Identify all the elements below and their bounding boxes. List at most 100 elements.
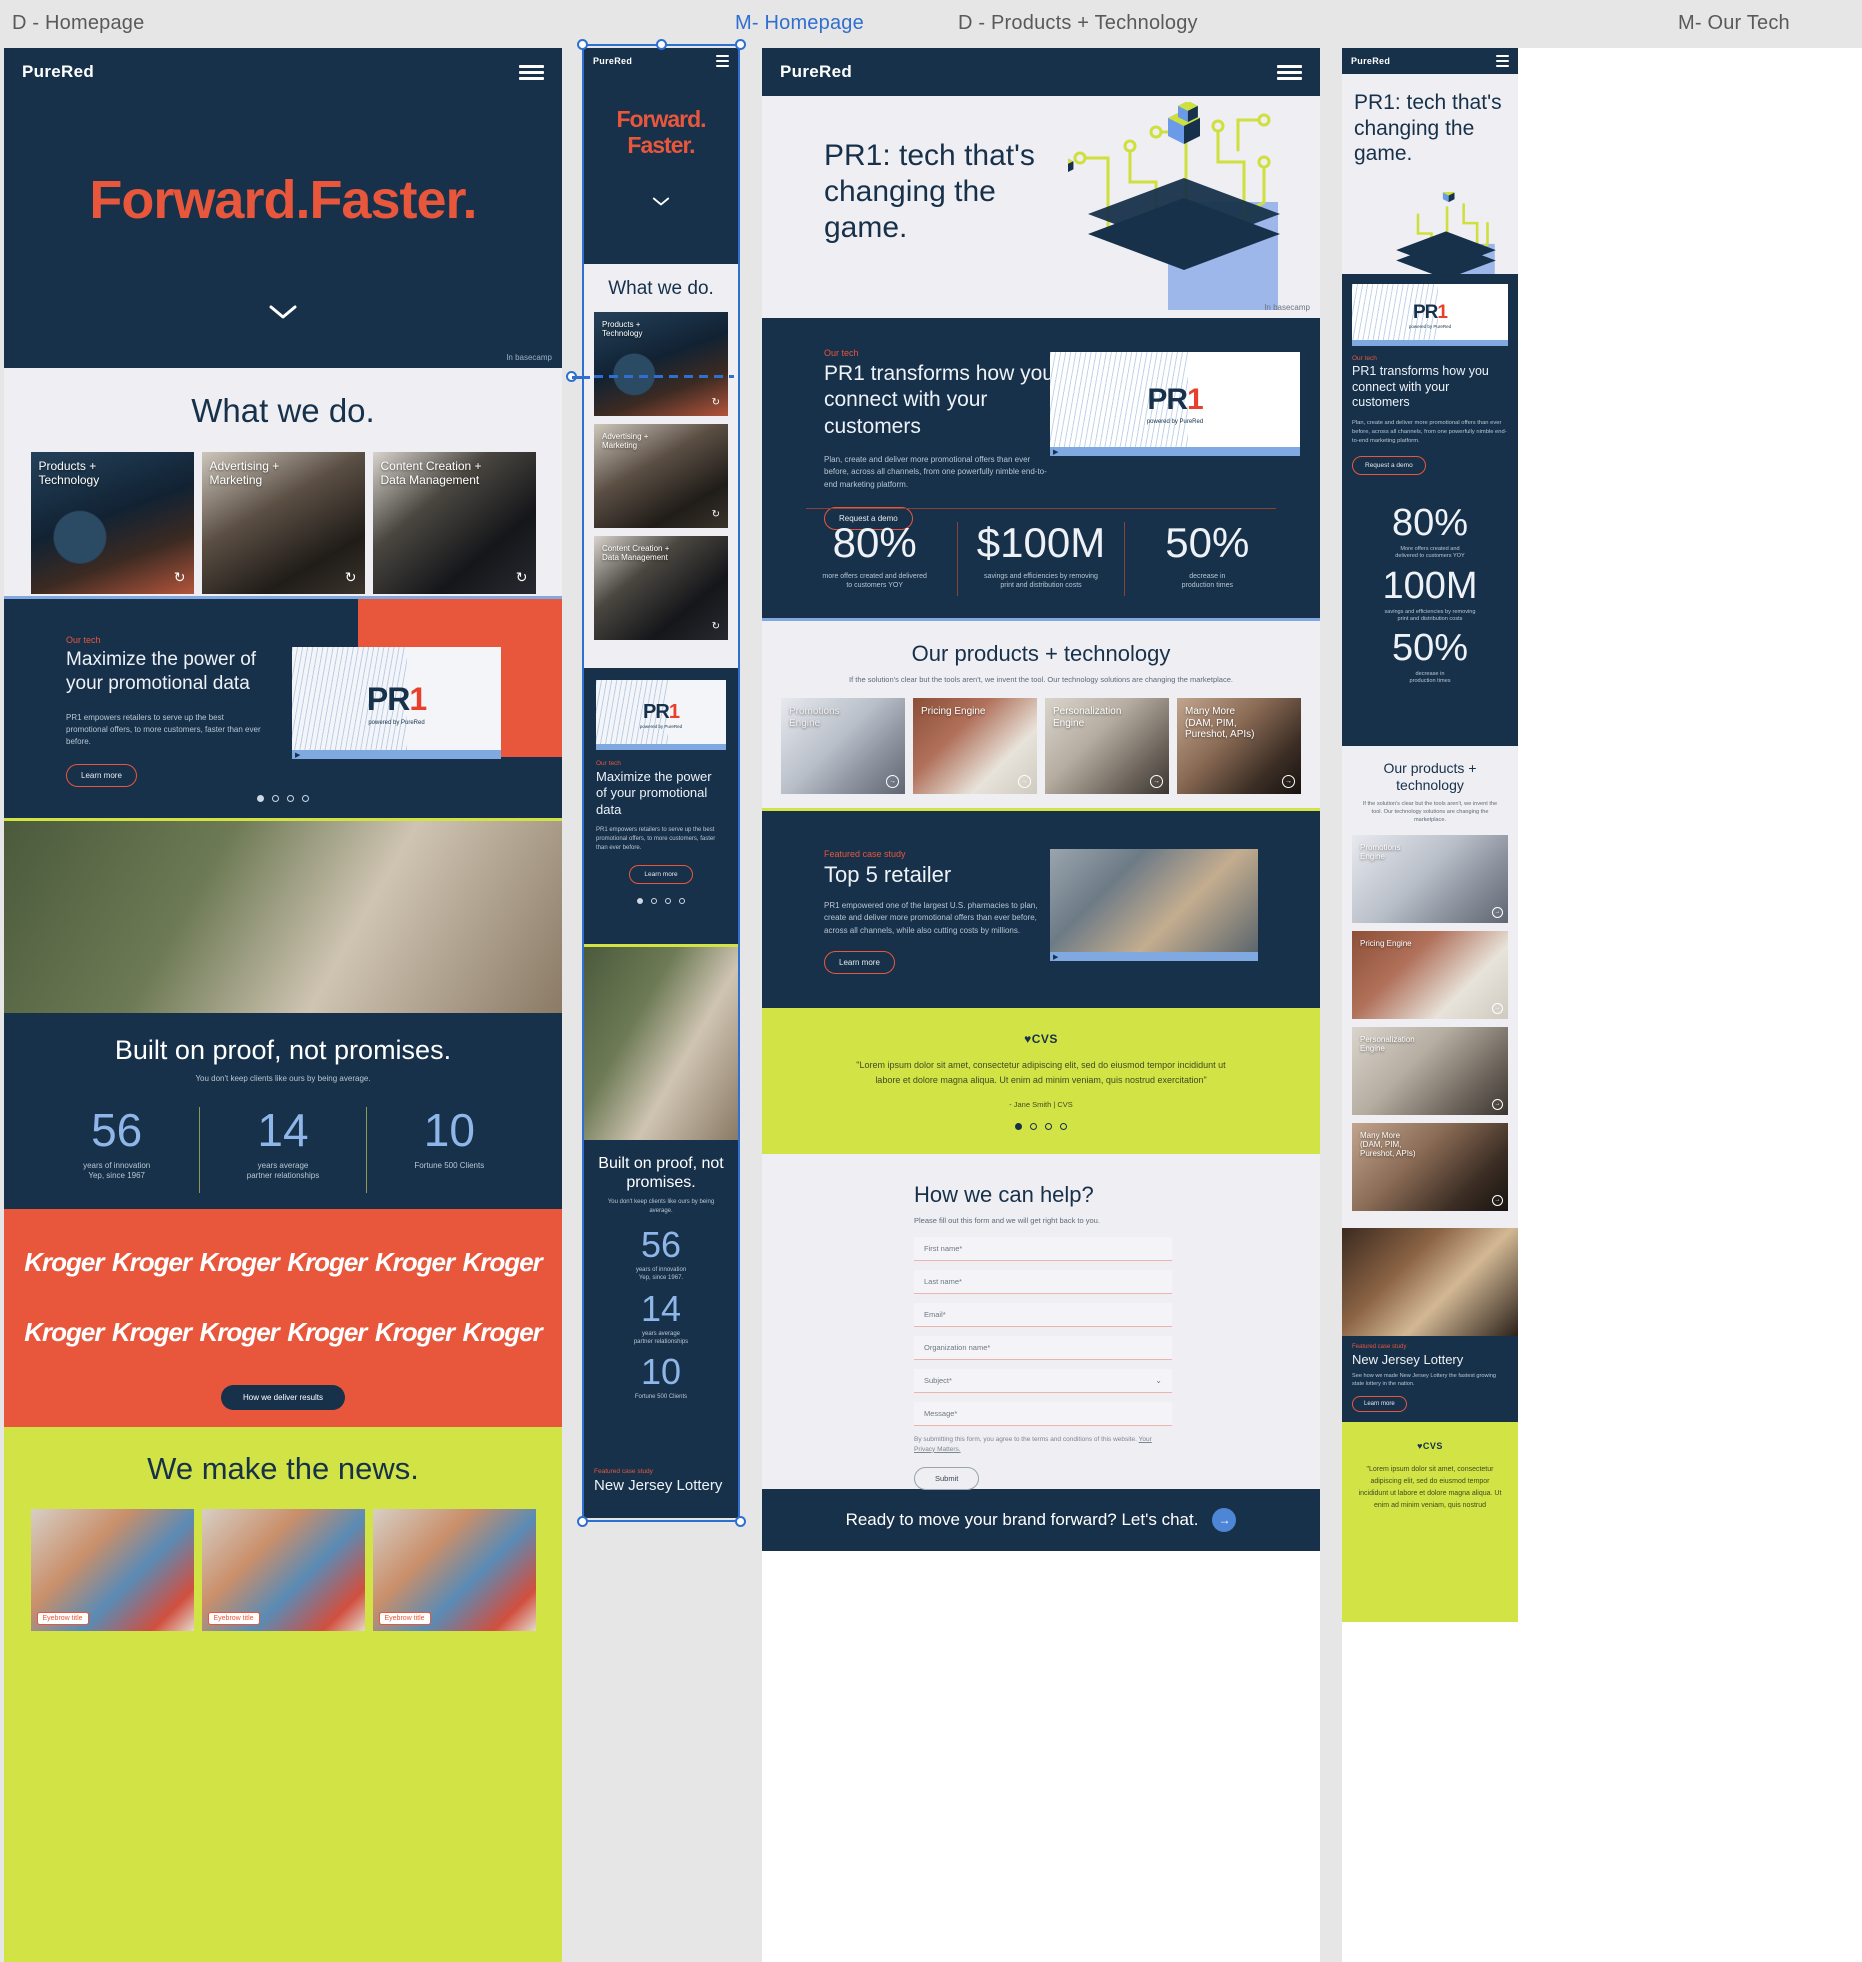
service-card[interactable]: Advertising + Marketing ↻ [201, 452, 365, 594]
resize-handle-top-center[interactable] [656, 39, 667, 50]
product-card[interactable]: Promotions Engine → [1352, 834, 1508, 923]
news-card[interactable]: Eyebrow title [30, 1509, 194, 1631]
arrow-icon[interactable]: ↻ [712, 621, 720, 632]
brand-logo[interactable]: PureRed [1351, 56, 1390, 66]
design-canvas[interactable]: D - Homepage M- Homepage D - Products + … [0, 0, 1862, 1962]
hamburger-menu-icon[interactable] [716, 55, 729, 67]
arrow-icon[interactable]: ↻ [174, 569, 186, 586]
hamburger-menu-icon[interactable] [519, 64, 544, 80]
arrow-right-icon[interactable]: → [1212, 1508, 1237, 1532]
carousel-dot[interactable] [1045, 1122, 1052, 1130]
carousel-dots[interactable] [762, 1122, 1320, 1130]
service-card[interactable]: Products + Technology ↻ [594, 312, 728, 416]
learn-more-button[interactable]: Learn more [1352, 1395, 1407, 1412]
request-demo-button[interactable]: Request a demo [1352, 455, 1426, 475]
arrow-right-icon[interactable]: → [1492, 1098, 1503, 1110]
artboard-label-m-our-tech[interactable]: M- Our Tech [1678, 12, 1790, 35]
chevron-down-icon[interactable]: ⌄ [1155, 1376, 1162, 1385]
arrow-right-icon[interactable]: → [1492, 906, 1503, 918]
product-card[interactable]: Pricing Engine → [913, 698, 1037, 794]
resize-handle-top-right[interactable] [735, 39, 746, 50]
product-card[interactable]: Promotions Engine → [781, 698, 905, 794]
carousel-dot[interactable] [1030, 1122, 1037, 1130]
video-progress-bar[interactable] [596, 744, 726, 750]
navbar-m-our-tech[interactable]: PureRed [1342, 48, 1518, 74]
navbar-d-products[interactable]: PureRed [762, 48, 1320, 96]
arrow-icon[interactable]: ↻ [712, 509, 720, 520]
carousel-dot[interactable] [1015, 1122, 1022, 1130]
arrow-icon[interactable]: ↻ [516, 569, 528, 586]
learn-more-button[interactable]: Learn more [629, 864, 693, 884]
arrow-right-icon[interactable]: → [1492, 1002, 1503, 1014]
artboard-label-d-homepage[interactable]: D - Homepage [12, 12, 144, 35]
resize-handle-bottom-right[interactable] [735, 1516, 746, 1527]
carousel-dot[interactable] [679, 897, 685, 904]
service-card[interactable]: Content Creation + Data Management ↻ [594, 536, 728, 640]
video-progress-bar[interactable]: ▶ [1050, 952, 1258, 961]
video-progress-bar[interactable] [1352, 340, 1508, 346]
service-card[interactable]: Content Creation + Data Management ↻ [372, 452, 536, 594]
brand-logo[interactable]: PureRed [22, 62, 94, 82]
first-name-field[interactable]: First name* [914, 1237, 1172, 1261]
arrow-right-icon[interactable]: → [1492, 1194, 1503, 1206]
product-card[interactable]: Pricing Engine → [1352, 930, 1508, 1019]
arrow-right-icon[interactable]: → [886, 775, 899, 788]
artboard-label-d-products[interactable]: D - Products + Technology [958, 12, 1198, 35]
cta-bar[interactable]: Ready to move your brand forward? Let's … [762, 1489, 1320, 1551]
chevron-down-icon[interactable] [268, 303, 298, 321]
carousel-dots[interactable] [4, 795, 562, 802]
carousel-dots[interactable] [596, 897, 726, 904]
service-card[interactable]: Products + Technology ↻ [30, 452, 194, 594]
submit-button[interactable]: Submit [914, 1466, 980, 1490]
pr1-video-card[interactable]: PR1 powered by PureRed ▶ [292, 647, 501, 759]
carousel-dot[interactable] [287, 795, 294, 802]
resize-handle-top-left[interactable] [577, 39, 588, 50]
carousel-dot[interactable] [637, 897, 643, 904]
case-study-image[interactable]: ▶ [1050, 849, 1258, 961]
brand-logo[interactable]: PureRed [593, 56, 632, 66]
learn-more-button[interactable]: Learn more [66, 763, 137, 787]
subject-select[interactable]: Subject* ⌄ [914, 1369, 1172, 1393]
hamburger-menu-icon[interactable] [1496, 55, 1509, 67]
arrow-icon[interactable]: ↻ [712, 397, 720, 408]
resize-handle-bottom-left[interactable] [577, 1516, 588, 1527]
arrow-right-icon[interactable]: → [1150, 775, 1163, 788]
play-icon[interactable]: ▶ [1053, 448, 1058, 456]
artboard-m-homepage[interactable]: PureRed Forward. Faster. What we do. Pro… [584, 48, 738, 1518]
arrow-right-icon[interactable]: → [1018, 775, 1031, 788]
carousel-dot[interactable] [257, 795, 264, 802]
organization-name-field[interactable]: Organization name* [914, 1336, 1172, 1360]
play-icon[interactable]: ▶ [1053, 953, 1058, 961]
pr1-video-card[interactable]: PR1 powered by PureRed [596, 680, 726, 750]
arrow-right-icon[interactable]: → [1282, 775, 1295, 788]
carousel-dot[interactable] [665, 897, 671, 904]
hamburger-menu-icon[interactable] [1277, 64, 1302, 80]
message-textarea[interactable]: Message* [914, 1402, 1172, 1426]
news-card[interactable]: Eyebrow title [372, 1509, 536, 1631]
pr1-video-card[interactable]: PR1 powered by PureRed [1352, 284, 1508, 346]
learn-more-button[interactable]: Learn more [824, 951, 895, 975]
navbar-m-homepage[interactable]: PureRed [584, 48, 738, 74]
last-name-field[interactable]: Last name* [914, 1270, 1172, 1294]
how-we-deliver-results-button[interactable]: How we deliver results [220, 1385, 346, 1410]
artboard-d-products-technology[interactable]: PureRed PR1: tech that's changing the ga… [762, 48, 1320, 1962]
carousel-dot[interactable] [302, 795, 309, 802]
product-card[interactable]: Personalization Engine → [1352, 1026, 1508, 1115]
artboard-d-homepage[interactable]: PureRed Forward.Faster. In basecamp What… [4, 48, 562, 1962]
carousel-dot[interactable] [651, 897, 657, 904]
product-card[interactable]: Many More (DAM, PIM, Pureshot, APIs) → [1352, 1122, 1508, 1211]
news-card[interactable]: Eyebrow title [201, 1509, 365, 1631]
arrow-icon[interactable]: ↻ [345, 569, 357, 586]
video-progress-bar[interactable]: ▶ [1050, 447, 1300, 456]
artboard-m-our-tech[interactable]: PureRed PR1: tech that's changing the ga… [1342, 48, 1862, 1962]
carousel-dot[interactable] [272, 795, 279, 802]
product-card[interactable]: Many More (DAM, PIM, Pureshot, APIs) → [1177, 698, 1301, 794]
carousel-dot[interactable] [1060, 1122, 1067, 1130]
email-field[interactable]: Email* [914, 1303, 1172, 1327]
brand-logo[interactable]: PureRed [780, 62, 852, 82]
pr1-video-card[interactable]: PR1 powered by PureRed ▶ [1050, 352, 1300, 456]
chevron-down-icon[interactable] [652, 196, 670, 207]
play-icon[interactable]: ▶ [295, 751, 300, 759]
navbar-d-homepage[interactable]: PureRed [4, 48, 562, 96]
artboard-label-m-homepage[interactable]: M- Homepage [735, 12, 864, 35]
